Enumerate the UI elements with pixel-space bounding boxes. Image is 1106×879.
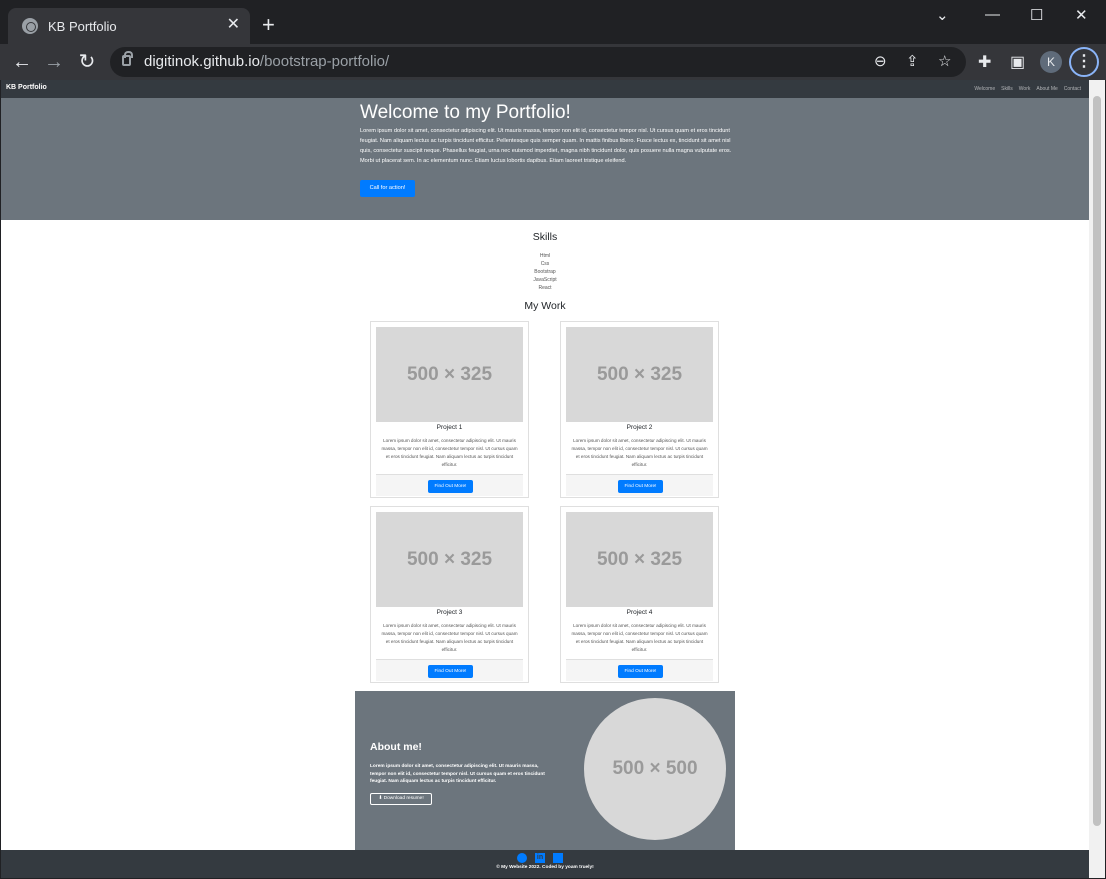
copyright-text: © My Website 2022. Coded by yoam truely! [496, 865, 594, 870]
project-title: Project 4 [626, 609, 653, 616]
project-description: Lorem ipsum dolor sit amet, consectetur … [381, 623, 518, 652]
profile-image-placeholder: 500 × 500 [584, 698, 726, 840]
about-text: Lorem ipsum dolor sit amet, consectetur … [370, 764, 545, 784]
project-title: Project 1 [436, 424, 463, 431]
card-footer: Find Out More! [566, 474, 713, 496]
about-section: About me! Lorem ipsum dolor sit amet, co… [355, 691, 735, 850]
page-viewport: KB Portfolio Welcome Skills Work About M… [1, 80, 1089, 878]
close-window-icon[interactable]: ✕ [1075, 6, 1088, 24]
skills-list: Html Css Bootstrap JavaScript React [1, 252, 1089, 292]
browser-tab[interactable]: KB Portfolio ✕ [8, 8, 250, 44]
linkedin-icon[interactable]: in [535, 853, 545, 863]
browser-tab-strip: KB Portfolio ✕ + ⌄ — ☐ ✕ [0, 0, 1106, 44]
browser-menu-icon[interactable]: ⋮ [1069, 47, 1099, 77]
nav-link-contact[interactable]: Contact [1064, 86, 1081, 92]
project-description: Lorem ipsum dolor sit amet, consectetur … [571, 623, 708, 652]
minimize-icon[interactable]: — [985, 6, 1000, 23]
nav-links: Welcome Skills Work About Me Contact [974, 86, 1081, 92]
bookmark-star-icon[interactable]: ☆ [938, 47, 951, 77]
card-footer: Find Out More! [566, 659, 713, 681]
nav-link-work[interactable]: Work [1019, 86, 1031, 92]
hero-title: Welcome to my Portfolio! [360, 102, 571, 123]
download-resume-button[interactable]: ⬇ Download resume! [370, 793, 432, 805]
lock-icon [122, 51, 133, 66]
close-tab-icon[interactable]: ✕ [227, 16, 240, 34]
browser-toolbar: ← → ↻ digitinok.github.io/bootstrap-port… [0, 44, 1106, 80]
skills-heading: Skills [532, 231, 558, 243]
project-image-placeholder: 500 × 325 [566, 327, 713, 422]
find-out-more-button[interactable]: Find Out More! [618, 665, 663, 678]
project-card: 500 × 325 Project 1 Lorem ipsum dolor si… [370, 321, 529, 498]
globe-icon [22, 18, 38, 34]
reload-icon[interactable]: ↻ [75, 50, 99, 74]
nav-link-about[interactable]: About Me [1036, 86, 1057, 92]
resume-label: Download resume! [383, 796, 424, 801]
page-scrollbar[interactable] [1089, 80, 1105, 878]
scrollbar-thumb[interactable] [1093, 96, 1101, 826]
nav-link-welcome[interactable]: Welcome [974, 86, 995, 92]
skill-item: Bootstrap [534, 269, 556, 275]
project-image-placeholder: 500 × 325 [566, 512, 713, 607]
share-icon[interactable]: ⇪ [906, 47, 919, 77]
hero-text: Lorem ipsum dolor sit amet, consectetur … [360, 128, 732, 164]
project-image-placeholder: 500 × 325 [376, 327, 523, 422]
card-footer: Find Out More! [376, 659, 523, 681]
find-out-more-button[interactable]: Find Out More! [428, 480, 473, 493]
site-brand[interactable]: KB Portfolio [6, 84, 47, 91]
github-icon[interactable] [517, 853, 527, 863]
project-card: 500 × 325 Project 4 Lorem ipsum dolor si… [560, 506, 719, 683]
project-title: Project 3 [436, 609, 463, 616]
about-heading: About me! [370, 741, 422, 753]
site-navbar: KB Portfolio Welcome Skills Work About M… [1, 80, 1089, 98]
find-out-more-button[interactable]: Find Out More! [428, 665, 473, 678]
social-links: in [517, 853, 563, 863]
skill-item: React [538, 285, 552, 291]
project-card: 500 × 325 Project 2 Lorem ipsum dolor si… [560, 321, 719, 498]
nav-link-skills[interactable]: Skills [1001, 86, 1013, 92]
project-image-placeholder: 500 × 325 [376, 512, 523, 607]
address-bar[interactable]: digitinok.github.io/bootstrap-portfolio/… [110, 47, 966, 77]
project-title: Project 2 [626, 424, 653, 431]
forward-icon[interactable]: → [42, 50, 66, 74]
work-heading: My Work [524, 300, 566, 312]
url-path: /bootstrap-portfolio/ [259, 53, 390, 70]
find-out-more-button[interactable]: Find Out More! [618, 480, 663, 493]
project-description: Lorem ipsum dolor sit amet, consectetur … [381, 438, 518, 467]
profile-avatar[interactable]: K [1040, 51, 1062, 73]
extensions-icon[interactable]: ✚ [978, 52, 991, 72]
tab-title: KB Portfolio [48, 18, 117, 34]
hero-section: Welcome to my Portfolio! Lorem ipsum dol… [1, 98, 1089, 220]
side-panel-icon[interactable]: ▣ [1010, 52, 1025, 72]
site-footer: in © My Website 2022. Coded by yoam true… [1, 850, 1089, 878]
card-footer: Find Out More! [376, 474, 523, 496]
zoom-icon[interactable]: ⊖ [874, 47, 887, 77]
project-description: Lorem ipsum dolor sit amet, consectetur … [571, 438, 708, 467]
maximize-icon[interactable]: ☐ [1030, 6, 1043, 24]
new-tab-icon[interactable]: + [262, 14, 275, 36]
url-host: digitinok.github.io [144, 53, 260, 70]
skill-item: JavaScript [533, 277, 557, 283]
back-icon[interactable]: ← [10, 50, 34, 74]
call-to-action-button[interactable]: Call for action! [360, 180, 415, 197]
skill-item: Css [540, 261, 550, 267]
twitter-icon[interactable] [553, 853, 563, 863]
skill-item: Html [539, 253, 551, 259]
project-card: 500 × 325 Project 3 Lorem ipsum dolor si… [370, 506, 529, 683]
tab-search-icon[interactable]: ⌄ [936, 6, 949, 24]
